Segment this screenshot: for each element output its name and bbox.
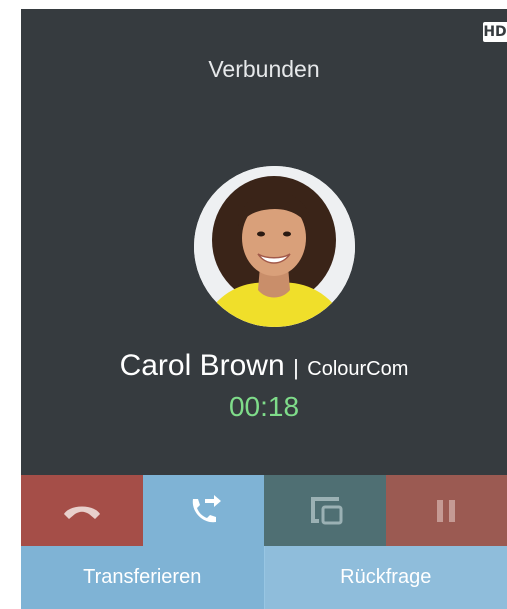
pause-icon — [437, 499, 456, 522]
call-options-bar: Transferieren Rückfrage — [21, 546, 507, 609]
call-status: Verbunden — [208, 56, 320, 82]
transfer-button[interactable]: Transferieren — [21, 546, 264, 609]
transfer-call-button[interactable] — [142, 475, 264, 546]
call-panel: HD Verbunden Carol Brown | ColourCom 00:… — [21, 9, 507, 609]
caller-info: Carol Brown | ColourCom — [21, 349, 507, 383]
device-switch-button[interactable] — [264, 475, 386, 546]
caller-separator: | — [293, 355, 299, 380]
hangup-button[interactable] — [21, 475, 143, 546]
caller-avatar — [194, 166, 355, 327]
call-actions-bar — [21, 475, 507, 546]
device-switch-icon — [310, 496, 343, 524]
hold-button[interactable] — [385, 475, 507, 546]
caller-company: ColourCom — [307, 358, 409, 380]
transfer-call-icon — [193, 494, 222, 522]
call-timer: 00:18 — [228, 391, 300, 422]
avatar-photo — [194, 166, 355, 327]
consult-button[interactable]: Rückfrage — [264, 546, 507, 609]
caller-name: Carol Brown — [119, 349, 285, 382]
hd-badge: HD — [483, 22, 507, 42]
hangup-icon — [63, 506, 100, 519]
